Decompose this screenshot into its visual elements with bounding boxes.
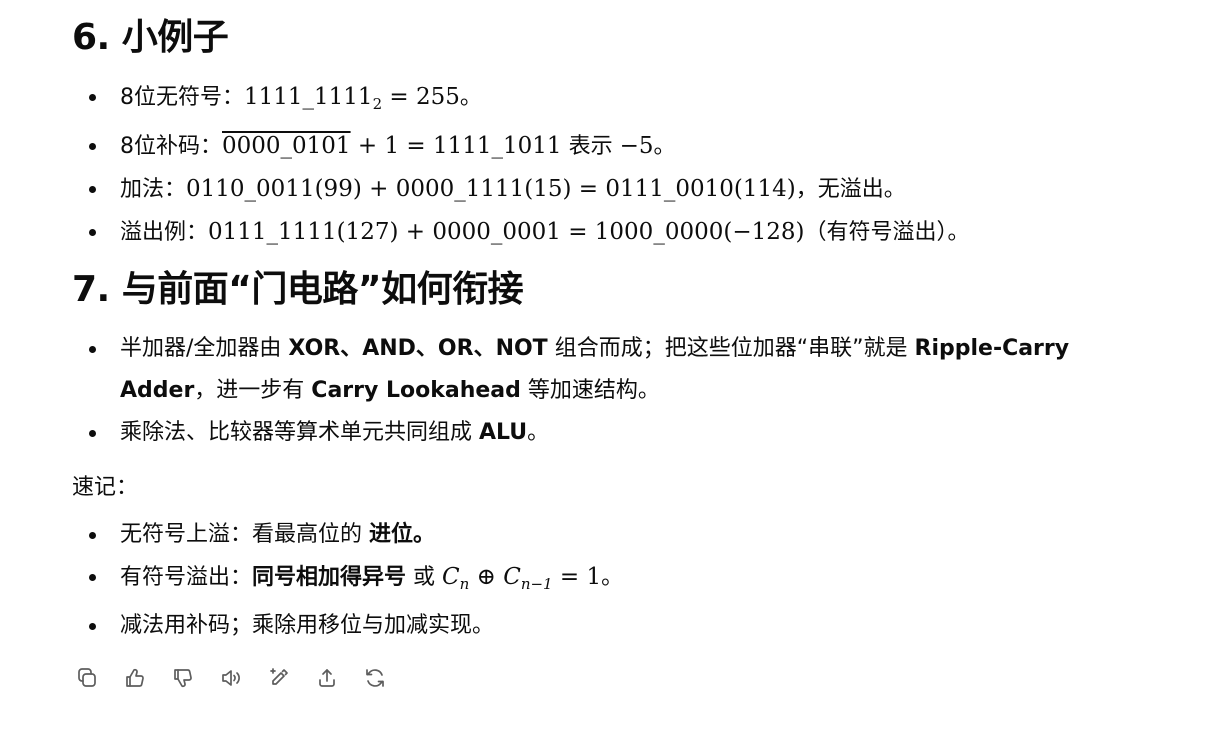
section-7-heading: 7. 与前面“门电路”如何衔接 xyxy=(72,269,524,310)
memo-label: 速记： xyxy=(72,475,139,500)
speaker-icon xyxy=(222,670,240,686)
section-7-list: 半加器/全加器由 XOR、AND、OR、NOT 组合而成；把这些位加器“串联”就… xyxy=(72,328,1231,454)
share-button[interactable] xyxy=(314,665,340,691)
chat-response: 6. 小例子 8位无符号：1111_11112 = 255。 8位补码：0000… xyxy=(0,0,1231,733)
copy-icon xyxy=(78,668,96,687)
section-6-heading: 6. 小例子 xyxy=(72,17,229,58)
share-icon xyxy=(319,669,335,687)
read-aloud-button[interactable] xyxy=(218,665,244,691)
list-item: 半加器/全加器由 XOR、AND、OR、NOT 组合而成；把这些位加器“串联”就… xyxy=(72,328,1152,412)
list-item: 有符号溢出：同号相加得异号 或 Cn ⊕ Cn−1 = 1。 xyxy=(72,556,1231,605)
list-item: 乘除法、比较器等算术单元共同组成 ALU。 xyxy=(72,412,1231,454)
list-item: 加法：0110_0011(99) + 0000_1111(15) = 0111_… xyxy=(72,168,1231,211)
edit-button[interactable] xyxy=(266,665,292,691)
list-item: 无符号上溢：看最高位的 进位。 xyxy=(72,514,1231,556)
refresh-icon xyxy=(366,669,384,687)
thumbs-up-button[interactable] xyxy=(122,665,148,691)
thumbs-down-icon xyxy=(174,669,192,688)
thumbs-down-button[interactable] xyxy=(170,665,196,691)
list-item: 溢出例：0111_1111(127) + 0000_0001 = 1000_00… xyxy=(72,211,1231,254)
message-actions xyxy=(72,665,1231,691)
section-6-list: 8位无符号：1111_11112 = 255。 8位补码：0000_0101 +… xyxy=(72,76,1231,254)
memo-list: 无符号上溢：看最高位的 进位。 有符号溢出：同号相加得异号 或 Cn ⊕ Cn−… xyxy=(72,514,1231,647)
thumbs-up-icon xyxy=(126,668,144,687)
regenerate-button[interactable] xyxy=(362,665,388,691)
list-item: 8位补码：0000_0101 + 1 = 1111_1011 表示 −5。 xyxy=(72,125,1231,168)
edit-sparkle-icon xyxy=(270,668,288,685)
copy-button[interactable] xyxy=(74,665,100,691)
list-item: 8位无符号：1111_11112 = 255。 xyxy=(72,76,1231,125)
list-item: 减法用补码；乘除用移位与加减实现。 xyxy=(72,605,1231,647)
